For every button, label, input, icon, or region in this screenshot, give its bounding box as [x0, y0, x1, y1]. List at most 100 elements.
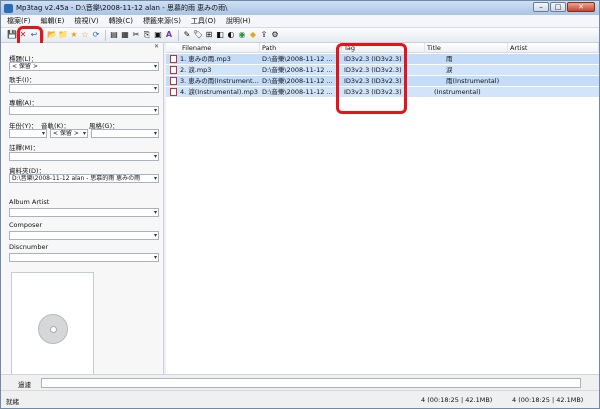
chevron-down-icon[interactable]: ▾	[154, 232, 157, 239]
cut-icon[interactable]: ✂	[131, 30, 141, 40]
toolbar-separator	[178, 29, 179, 41]
composer-field[interactable]: ▾	[9, 231, 159, 240]
favorite-icon[interactable]: ★	[69, 30, 79, 40]
status-text: 就緒	[6, 398, 19, 406]
year-field[interactable]: ▾	[9, 129, 47, 138]
toolbar: 💾 ✕ ↩ 📂 📁 ★ ☆ ⟳ ▤ ▦ ✂ ⎘ ▣ A ✎ 🏷 ⊞ ◧ ◐ ◉ …	[1, 28, 599, 43]
refresh-icon[interactable]: ⟳	[91, 30, 101, 40]
maximize-button[interactable]: □	[550, 2, 566, 12]
title-value: < 保留 >	[12, 63, 38, 70]
discogs-icon[interactable]: ◐	[226, 30, 236, 40]
open-folder-icon[interactable]: 📂	[47, 30, 57, 40]
menu-tools[interactable]: 工具(O)	[191, 16, 216, 26]
export-icon[interactable]: ⇪	[259, 30, 269, 40]
menu-edit[interactable]: 編輯(E)	[41, 16, 65, 26]
add-folder-icon[interactable]: 📁	[58, 30, 68, 40]
genre-field[interactable]: ▾	[91, 129, 159, 138]
window-title: Mp3tag v2.45a - D:\音樂\2008-11-12 alan - …	[16, 4, 228, 12]
directory-field[interactable]: D:\音樂\2008-11-12 alan - 思慕的雨 恵みの雨 ▾	[9, 174, 159, 183]
chevron-down-icon[interactable]: ▾	[154, 85, 157, 92]
cell-title: 淚	[446, 66, 453, 74]
mp3tag-app-icon	[4, 3, 13, 13]
chevron-down-icon[interactable]: ▾	[154, 130, 157, 137]
chevron-down-icon[interactable]: ▾	[154, 107, 157, 114]
composer-label: Composer	[9, 221, 43, 229]
status-bar: 就緒 4 (00:18:25 | 42.1MB) 4 (00:18:25 | 4…	[1, 390, 599, 408]
tag-panel: ✕ 標題(L)： < 保留 > ▾ 歌手(I)： ▾ 專輯(A)： ▾ 年份(Y)…	[1, 43, 164, 375]
star-icon[interactable]: ☆	[80, 30, 90, 40]
freedb-icon[interactable]: ◧	[215, 30, 225, 40]
chevron-down-icon[interactable]: ▾	[154, 209, 157, 216]
chevron-down-icon[interactable]: ▾	[154, 63, 157, 70]
discnumber-field[interactable]: ▾	[9, 253, 159, 262]
menu-convert[interactable]: 轉換(C)	[109, 16, 133, 26]
cell-path: D:\音樂\2008-11-12 ...	[262, 77, 333, 85]
cell-path: D:\音樂\2008-11-12 ...	[262, 66, 333, 74]
comment-label: 註釋(M)：	[9, 144, 40, 152]
cell-title: 雨	[446, 55, 453, 63]
mp3-file-icon	[170, 88, 177, 96]
cover-art[interactable]	[11, 272, 94, 375]
artist-label: 歌手(I)：	[9, 76, 36, 84]
mp3-file-icon	[170, 66, 177, 74]
copy-icon[interactable]: ⎘	[142, 30, 152, 40]
toolbar-separator	[43, 29, 44, 41]
column-path[interactable]: Path	[260, 43, 342, 53]
disc-hole	[50, 326, 57, 333]
actions-icon[interactable]: ▦	[120, 30, 130, 40]
cell-title: 雨(Instrumental)	[446, 77, 500, 85]
album-artist-field[interactable]: ▾	[9, 208, 159, 217]
chevron-down-icon[interactable]: ▾	[154, 175, 157, 182]
mp3-file-icon	[170, 77, 177, 85]
cell-filename: 3. 恵みの雨(Instrument...	[180, 77, 259, 85]
mp3-icon[interactable]: ▤	[109, 30, 119, 40]
split-icon[interactable]: ⊞	[204, 30, 214, 40]
minimize-button[interactable]: –	[533, 2, 549, 12]
menu-tag-sources[interactable]: 標籤來源(S)	[143, 16, 181, 26]
cell-title: (Instrumental)	[434, 88, 481, 96]
toolbar-separator	[105, 29, 106, 41]
save-icon[interactable]: 💾	[7, 30, 17, 40]
album-field[interactable]: ▾	[9, 106, 159, 115]
file-list: Filename Path Tag Title Artist 1. 恵みの雨.m…	[166, 43, 599, 374]
highlight-tag-column	[336, 43, 407, 114]
track-field[interactable]: < 保留 > ▾	[50, 129, 88, 138]
tag-icon[interactable]: 🏷	[193, 30, 203, 40]
title-field[interactable]: < 保留 > ▾	[9, 62, 159, 71]
column-artist[interactable]: Artist	[508, 43, 599, 53]
status-total-count: 4 (00:18:25 | 42.1MB)	[512, 396, 584, 404]
amazon-icon[interactable]: ◆	[248, 30, 258, 40]
menu-file[interactable]: 檔案(F)	[7, 16, 31, 26]
chevron-down-icon[interactable]: ▾	[42, 130, 45, 137]
artist-field[interactable]: ▾	[9, 84, 159, 93]
chevron-down-icon[interactable]: ▾	[154, 153, 157, 160]
track-value: < 保留 >	[53, 130, 79, 137]
paste-icon[interactable]: ▣	[153, 30, 163, 40]
disc-icon	[38, 314, 68, 344]
menu-bar: 檔案(F) 編輯(E) 檢視(V) 轉換(C) 標籤來源(S) 工具(O) 說明…	[1, 15, 599, 28]
close-button[interactable]: ✕	[567, 2, 595, 12]
edit-icon[interactable]: ✎	[182, 30, 192, 40]
cell-filename: 1. 恵みの雨.mp3	[180, 55, 231, 63]
album-artist-label: Album Artist	[9, 198, 50, 206]
directory-value: D:\音樂\2008-11-12 alan - 思慕的雨 恵みの雨	[12, 175, 141, 182]
status-selected-count: 4 (00:18:25 | 42.1MB)	[421, 396, 493, 404]
menu-help[interactable]: 說明(H)	[226, 16, 251, 26]
chevron-down-icon[interactable]: ▾	[154, 254, 157, 261]
settings-icon[interactable]: ⚙	[270, 30, 280, 40]
comment-field[interactable]: ▾	[9, 152, 159, 161]
cell-path: D:\音樂\2008-11-12 ...	[262, 88, 333, 96]
column-filename[interactable]: Filename	[180, 43, 260, 53]
column-title[interactable]: Title	[425, 43, 508, 53]
panel-close-icon[interactable]: ✕	[1, 43, 163, 50]
chevron-down-icon[interactable]: ▾	[83, 130, 86, 137]
menu-view[interactable]: 檢視(V)	[74, 16, 98, 26]
web-icon[interactable]: ◉	[237, 30, 247, 40]
cell-filename: 2. 淚.mp3	[180, 66, 212, 74]
filter-bar: 過濾	[1, 374, 599, 390]
filter-label: 過濾	[18, 381, 31, 389]
filter-input[interactable]	[41, 378, 581, 388]
text-icon[interactable]: A	[164, 30, 174, 40]
discnumber-label: Discnumber	[9, 243, 49, 251]
mp3-file-icon	[170, 55, 177, 63]
